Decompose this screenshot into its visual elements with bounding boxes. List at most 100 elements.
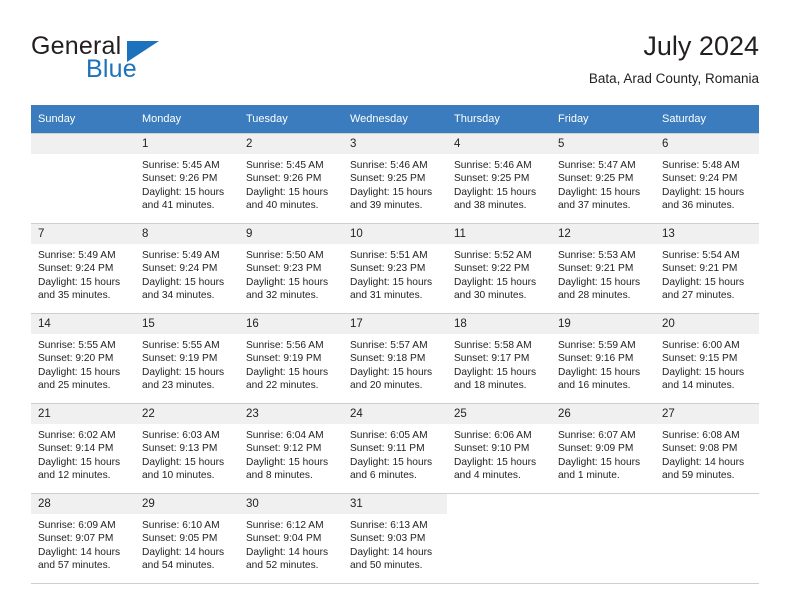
day-info-line: Sunrise: 6:12 AM [246,520,324,531]
day-number: 5 [551,134,655,154]
day-cell-inner: 14 Sunrise: 5:55 AM Sunset: 9:20 PM Dayligh… [31,314,135,403]
calendar-day-cell[interactable]: 29 Sunrise: 6:10 AM Sunset: 9:05 PM Dayligh… [135,493,239,584]
calendar-day-cell[interactable]: 30 Sunrise: 6:12 AM Sunset: 9:04 PM Dayligh… [239,493,343,584]
day-info-line: Sunrise: 5:55 AM [38,340,116,351]
day-info-line: Sunset: 9:23 PM [246,263,322,275]
day-number: 25 [447,404,551,424]
calendar-day-cell[interactable]: 16 Sunrise: 5:56 AM Sunset: 9:19 PM Dayligh… [239,313,343,404]
calendar-day-cell[interactable]: 26 Sunrise: 6:07 AM Sunset: 9:09 PM Dayligh… [551,403,655,494]
title-block: July 2024 Bata, Arad County, Romania [589,30,759,87]
brand-logo[interactable]: General Blue [31,32,261,90]
day-cell-inner: 22 Sunrise: 6:03 AM Sunset: 9:13 PM Dayligh… [135,404,239,493]
day-number: 2 [239,134,343,154]
calendar-day-cell[interactable]: 2 Sunrise: 5:45 AM Sunset: 9:26 PM Daylight… [239,133,343,224]
day-info-line: Daylight: 15 hours [350,276,433,288]
day-info-line: and 30 minutes. [454,289,527,301]
calendar-page: General Blue July 2024 Bata, Arad County… [0,0,792,612]
calendar-day-cell[interactable]: 27 Sunrise: 6:08 AM Sunset: 9:08 PM Dayligh… [655,403,759,494]
day-number: 27 [655,404,759,424]
weekday-header-tuesday: Tuesday [239,105,343,134]
weekday-header-friday: Friday [551,105,655,134]
day-sun-info: Sunrise: 5:59 AM Sunset: 9:16 PM Daylight:… [551,334,655,392]
day-info-line: Sunrise: 6:05 AM [350,430,428,441]
calendar-week-row: 7 Sunrise: 5:49 AM Sunset: 9:24 PM Daylight… [31,223,759,314]
day-number [447,494,551,514]
day-sun-info: Sunrise: 6:00 AM Sunset: 9:15 PM Daylight:… [655,334,759,392]
day-info-line: Sunset: 9:08 PM [662,443,738,455]
calendar-day-cell[interactable]: 6 Sunrise: 5:48 AM Sunset: 9:24 PM Daylight… [655,133,759,224]
day-number: 30 [239,494,343,514]
day-cell-inner: 10 Sunrise: 5:51 AM Sunset: 9:23 PM Dayligh… [343,224,447,313]
calendar-day-cell[interactable]: 7 Sunrise: 5:49 AM Sunset: 9:24 PM Daylight… [31,223,135,314]
day-info-line: and 14 minutes. [662,379,735,391]
day-info-line: and 12 minutes. [38,469,111,481]
day-info-line: Sunset: 9:15 PM [662,353,738,365]
day-info-line: Daylight: 15 hours [558,456,641,468]
calendar-day-cell[interactable]: 9 Sunrise: 5:50 AM Sunset: 9:23 PM Daylight… [239,223,343,314]
day-number: 21 [31,404,135,424]
day-info-line: Daylight: 15 hours [454,456,537,468]
calendar-day-cell[interactable]: 17 Sunrise: 5:57 AM Sunset: 9:18 PM Dayligh… [343,313,447,404]
day-cell-inner: 2 Sunrise: 5:45 AM Sunset: 9:26 PM Daylight… [239,134,343,223]
day-info-line: Daylight: 15 hours [38,366,121,378]
day-info-line: and 59 minutes. [662,469,735,481]
day-info-line: Daylight: 15 hours [662,276,745,288]
day-info-line: and 32 minutes. [246,289,319,301]
day-number: 24 [343,404,447,424]
calendar-day-cell[interactable]: 12 Sunrise: 5:53 AM Sunset: 9:21 PM Dayligh… [551,223,655,314]
day-info-line: Sunrise: 5:57 AM [350,340,428,351]
day-number: 9 [239,224,343,244]
calendar-day-cell[interactable]: 25 Sunrise: 6:06 AM Sunset: 9:10 PM Dayligh… [447,403,551,494]
day-info-line: Sunrise: 5:51 AM [350,250,428,261]
day-number: 31 [343,494,447,514]
day-info-line: Sunrise: 5:52 AM [454,250,532,261]
calendar-day-cell[interactable]: 13 Sunrise: 5:54 AM Sunset: 9:21 PM Dayligh… [655,223,759,314]
day-info-line: and 4 minutes. [454,469,521,481]
calendar-day-cell[interactable]: 14 Sunrise: 5:55 AM Sunset: 9:20 PM Dayligh… [31,313,135,404]
calendar-day-cell[interactable]: 3 Sunrise: 5:46 AM Sunset: 9:25 PM Daylight… [343,133,447,224]
day-info-line: Daylight: 15 hours [246,186,329,198]
calendar-day-cell[interactable]: 11 Sunrise: 5:52 AM Sunset: 9:22 PM Dayligh… [447,223,551,314]
calendar-day-cell[interactable]: 22 Sunrise: 6:03 AM Sunset: 9:13 PM Dayligh… [135,403,239,494]
day-info-line: Sunrise: 5:45 AM [246,160,324,171]
day-cell-inner: 18 Sunrise: 5:58 AM Sunset: 9:17 PM Dayligh… [447,314,551,403]
day-info-line: and 50 minutes. [350,559,423,571]
calendar-day-cell[interactable]: 5 Sunrise: 5:47 AM Sunset: 9:25 PM Daylight… [551,133,655,224]
page-subtitle: Bata, Arad County, Romania [588,71,759,86]
day-number: 10 [343,224,447,244]
day-cell-inner: 4 Sunrise: 5:46 AM Sunset: 9:25 PM Daylight… [447,134,551,223]
calendar-day-cell[interactable]: 24 Sunrise: 6:05 AM Sunset: 9:11 PM Dayligh… [343,403,447,494]
day-info-line: Sunrise: 6:06 AM [454,430,532,441]
calendar-day-cell-empty [447,493,551,584]
calendar-day-cell[interactable]: 15 Sunrise: 5:55 AM Sunset: 9:19 PM Dayligh… [135,313,239,404]
calendar-day-cell[interactable]: 10 Sunrise: 5:51 AM Sunset: 9:23 PM Dayligh… [343,223,447,314]
calendar-day-cell[interactable]: 18 Sunrise: 5:58 AM Sunset: 9:17 PM Dayligh… [447,313,551,404]
day-info-line: Sunrise: 6:08 AM [662,430,740,441]
day-info-line: Daylight: 15 hours [350,186,433,198]
page-title: July 2024 [643,31,759,61]
day-info-line: and 39 minutes. [350,199,423,211]
day-info-line: and 38 minutes. [454,199,527,211]
day-cell-inner: 27 Sunrise: 6:08 AM Sunset: 9:08 PM Dayligh… [655,404,759,493]
calendar-day-cell[interactable]: 23 Sunrise: 6:04 AM Sunset: 9:12 PM Dayligh… [239,403,343,494]
day-info-line: Daylight: 15 hours [38,456,121,468]
day-number: 26 [551,404,655,424]
weekday-header-thursday: Thursday [447,105,551,134]
day-info-line: Sunrise: 5:46 AM [350,160,428,171]
calendar-day-cell[interactable]: 4 Sunrise: 5:46 AM Sunset: 9:25 PM Daylight… [447,133,551,224]
calendar-day-cell[interactable]: 19 Sunrise: 5:59 AM Sunset: 9:16 PM Dayligh… [551,313,655,404]
day-info-line: Daylight: 15 hours [38,276,121,288]
calendar-day-cell[interactable]: 8 Sunrise: 5:49 AM Sunset: 9:24 PM Daylight… [135,223,239,314]
calendar-day-cell[interactable]: 20 Sunrise: 6:00 AM Sunset: 9:15 PM Dayligh… [655,313,759,404]
day-sun-info: Sunrise: 5:50 AM Sunset: 9:23 PM Daylight:… [239,244,343,302]
calendar-day-cell[interactable]: 31 Sunrise: 6:13 AM Sunset: 9:03 PM Dayligh… [343,493,447,584]
day-number: 13 [655,224,759,244]
calendar-week-row: 28 Sunrise: 6:09 AM Sunset: 9:07 PM Dayligh… [31,493,759,584]
day-info-line: Sunset: 9:19 PM [142,353,218,365]
day-sun-info: Sunrise: 6:12 AM Sunset: 9:04 PM Daylight:… [239,514,343,572]
calendar-day-cell[interactable]: 28 Sunrise: 6:09 AM Sunset: 9:07 PM Dayligh… [31,493,135,584]
day-info-line: Sunset: 9:21 PM [662,263,738,275]
calendar-day-cell[interactable]: 21 Sunrise: 6:02 AM Sunset: 9:14 PM Dayligh… [31,403,135,494]
calendar-day-cell[interactable]: 1 Sunrise: 5:45 AM Sunset: 9:26 PM Daylight… [135,133,239,224]
day-info-line: and 37 minutes. [558,199,631,211]
